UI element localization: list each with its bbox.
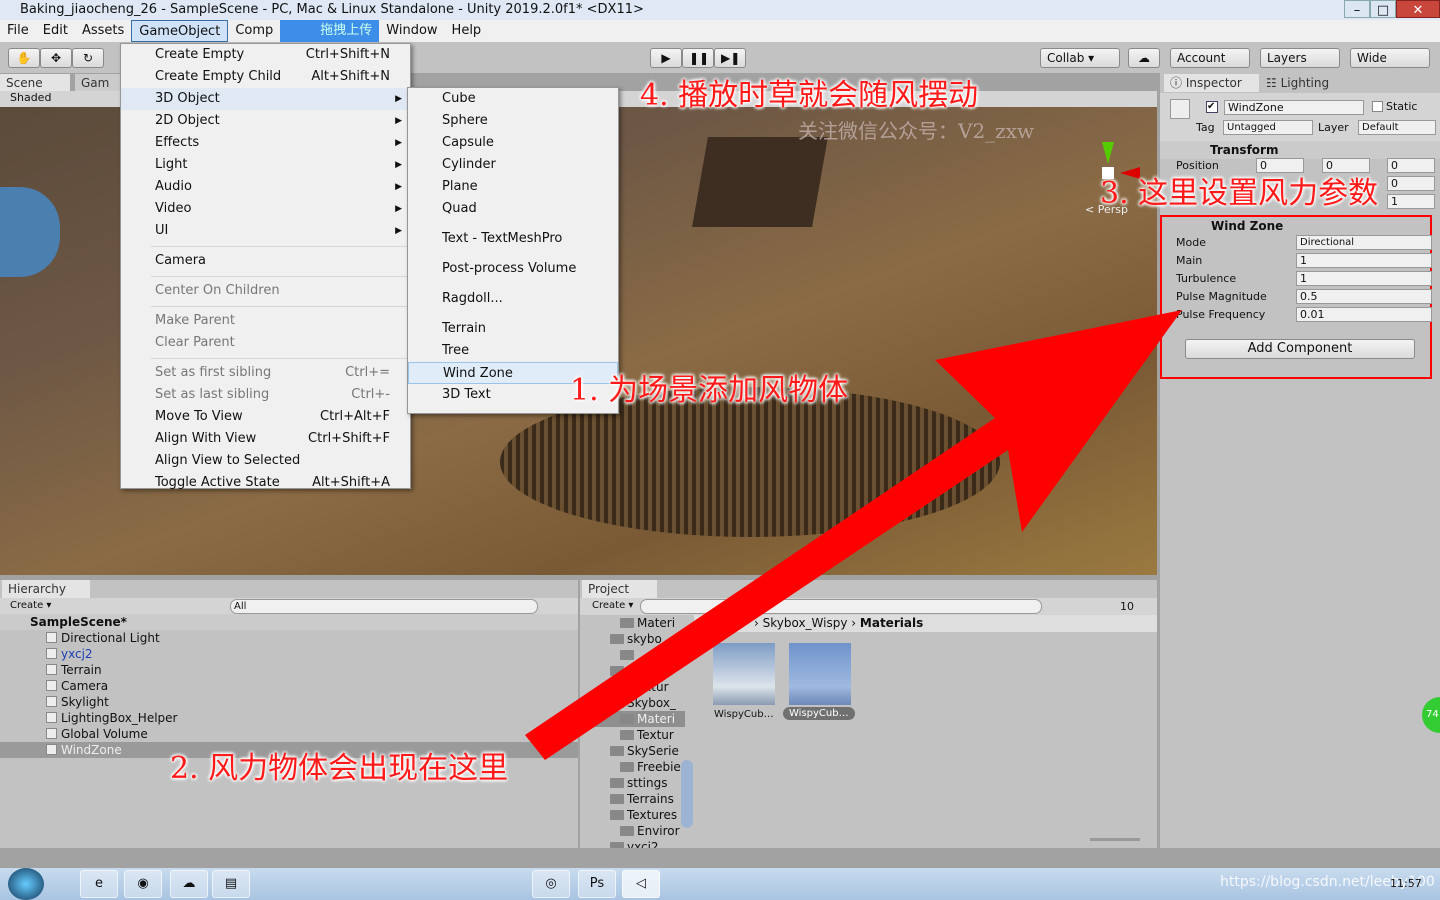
annotation-4: 4. 播放时草就会随风摆动 [640,78,979,113]
unity-taskbar-icon[interactable]: ◁ [622,870,660,898]
app-icon[interactable]: ◎ [532,870,570,898]
annotation-3: 3. 这里设置风力参数 [1100,176,1379,211]
annotation-1: 1. 为场景添加风物体 [570,373,849,408]
baidu-netdisk-icon[interactable]: ☁ [170,870,208,898]
start-button[interactable] [8,868,44,900]
photoshop-icon[interactable]: Ps [578,870,616,898]
chrome-icon[interactable]: ◉ [124,870,162,898]
explorer-icon[interactable]: ▤ [212,870,250,898]
clock[interactable]: 11:57 [1390,877,1422,890]
annotation-2: 2. 风力物体会出现在这里 [170,751,509,786]
taskbar: e ◉ ☁ ▤ ◎ Ps ◁ https://blog.csdn.net/lee… [0,868,1440,900]
ie-icon[interactable]: e [80,870,118,898]
